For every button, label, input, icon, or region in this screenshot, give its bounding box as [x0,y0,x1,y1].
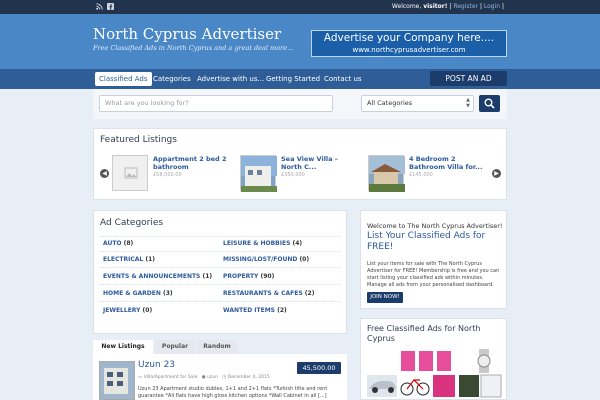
category-link[interactable]: Home & Garden (3) [103,290,173,297]
site-tagline: Free Classified Ads in North Cyprus and … [93,44,294,52]
ad-categories-title: Ad Categories [100,218,164,228]
social-links [96,3,114,10]
top-bar: Welcome, visitor! | Register | Login | [0,0,600,14]
site-title[interactable]: North Cyprus Advertiser [93,25,281,43]
listing-photo[interactable] [99,361,135,400]
nav-classified-ads[interactable]: Classified Ads [95,72,152,86]
category-link[interactable]: Wanted Items (2) [223,307,287,314]
tab-popular[interactable]: Popular [155,340,195,354]
carousel-next-icon[interactable]: ▶ [492,169,501,178]
car-image[interactable] [367,375,397,397]
nav-advertise[interactable]: Advertise with us... [193,72,268,86]
featured-item-price: £58,000.00 [153,172,182,178]
listing-title[interactable]: Uzun 23 [138,360,175,370]
featured-item-price: £350,000 [281,172,305,178]
featured-item-title[interactable]: Sea View Villa – North C... [281,155,359,171]
search-input[interactable]: What are you looking for? [99,95,333,112]
carousel-prev-icon[interactable]: ◀ [100,169,109,178]
featured-item-photo[interactable] [240,155,277,192]
featured-item-title[interactable]: 4 Bedroom 2 Bathroom Villa for... [409,155,487,171]
search-bar: What are you looking for? All Categories… [93,89,507,119]
welcome-box: Welcome to The North Cyprus Advertiser! … [360,210,507,309]
room-image[interactable] [459,375,479,397]
rss-icon[interactable] [96,3,103,10]
welcome-intro: Welcome to The North Cyprus Advertiser! [367,222,503,230]
facebook-icon[interactable] [107,3,114,10]
listing-meta: ▭ Villa/Apartment for Sale ● uzun ◷ Dece… [138,375,270,380]
folder-icon: ▭ [138,375,143,380]
free-ads-title: Free Classified Ads for North Cyprus [367,324,481,343]
post-ad-button[interactable]: POST AN AD [430,71,507,86]
pink-chair-image[interactable] [433,375,455,397]
window-image[interactable] [480,374,502,398]
category-link[interactable]: Events & Announcements (1) [103,273,212,280]
divider [100,236,340,237]
advertise-banner[interactable]: Advertise your Company here.... www.nort… [311,30,507,57]
listing-description: Uzun 23 Apartment studio dublex, 1+1 and… [138,386,328,399]
listing-item: Uzun 23 45,500.00 ▭ Villa/Apartment for … [93,354,347,400]
auth-links: Welcome, visitor! | Register | Login | [391,3,504,10]
nav-categories[interactable]: Categories [149,72,195,86]
category-link[interactable]: Auto (8) [103,240,133,247]
user-icon: ● [201,375,206,380]
category-link[interactable]: Restaurants & Cafes (2) [223,290,314,297]
join-now-button[interactable]: JOIN NOW! [367,292,403,303]
nav-contact[interactable]: Contact us [320,72,366,86]
listing-date: December 4, 2015 [227,375,270,380]
search-icon [484,98,495,109]
welcome-body: List your items for sale with The North … [367,261,500,288]
category-link[interactable]: Missing/Lost/Found (0) [223,256,309,263]
username: visitor! [423,3,448,10]
divider [100,267,340,268]
watch-image[interactable] [477,349,491,373]
category-link[interactable]: Electrical (1) [103,256,155,263]
bicycle-image[interactable] [400,379,430,396]
featured-item-title[interactable]: Appartment 2 bed 2 bathroom [153,155,231,171]
featured-item-photo[interactable] [368,155,405,192]
featured-title: Featured Listings [100,135,177,145]
featured-item-price: £145,000 [409,172,433,178]
divider [100,301,340,302]
category-select-value: All Categories [367,99,413,107]
category-link[interactable]: Jewellery (0) [103,307,152,314]
pink-cushion-image[interactable] [401,351,451,371]
site-header: North Cyprus Advertiser Free Classified … [0,14,600,69]
category-link[interactable]: Leisure & Hobbies (4) [223,240,302,247]
select-arrows-icon: ▲ ▼ [466,97,470,109]
banner-headline: Advertise your Company here.... [323,32,495,44]
listing-tabs: New Listings Popular Random [93,340,347,354]
placeholder-image-icon[interactable] [112,155,148,191]
free-ads-widget: Free Classified Ads for North Cyprus [360,318,507,400]
welcome-headline: List Your Classified Ads for FREE! [367,231,486,252]
main-nav: Classified Ads Categories Advertise with… [0,69,600,89]
divider [100,284,340,285]
banner-url: www.northcyprusadvertiser.com [352,46,466,54]
register-link[interactable]: Register [453,3,478,10]
listing-category[interactable]: Villa/Apartment for Sale [144,375,198,380]
listing-author[interactable]: uzun [207,375,218,380]
welcome-label: Welcome, [391,3,422,10]
login-link[interactable]: Login [484,3,500,10]
tab-random[interactable]: Random [197,340,237,354]
tab-new-listings[interactable]: New Listings [93,340,153,354]
search-button[interactable] [479,95,500,112]
ad-categories: Ad Categories Auto (8) Leisure & Hobbies… [93,210,347,334]
listing-price: 45,500.00 [297,362,341,374]
ad-thumbnails [367,349,503,399]
featured-listings: Featured Listings ◀ ▶ Appartment 2 bed 2… [93,128,507,200]
category-select[interactable]: All Categories ▲ ▼ [361,95,474,112]
clock-icon: ◷ [222,375,227,380]
nav-getting-started[interactable]: Getting Started [262,72,324,86]
divider [100,251,340,252]
category-link[interactable]: Property (90) [223,273,274,280]
